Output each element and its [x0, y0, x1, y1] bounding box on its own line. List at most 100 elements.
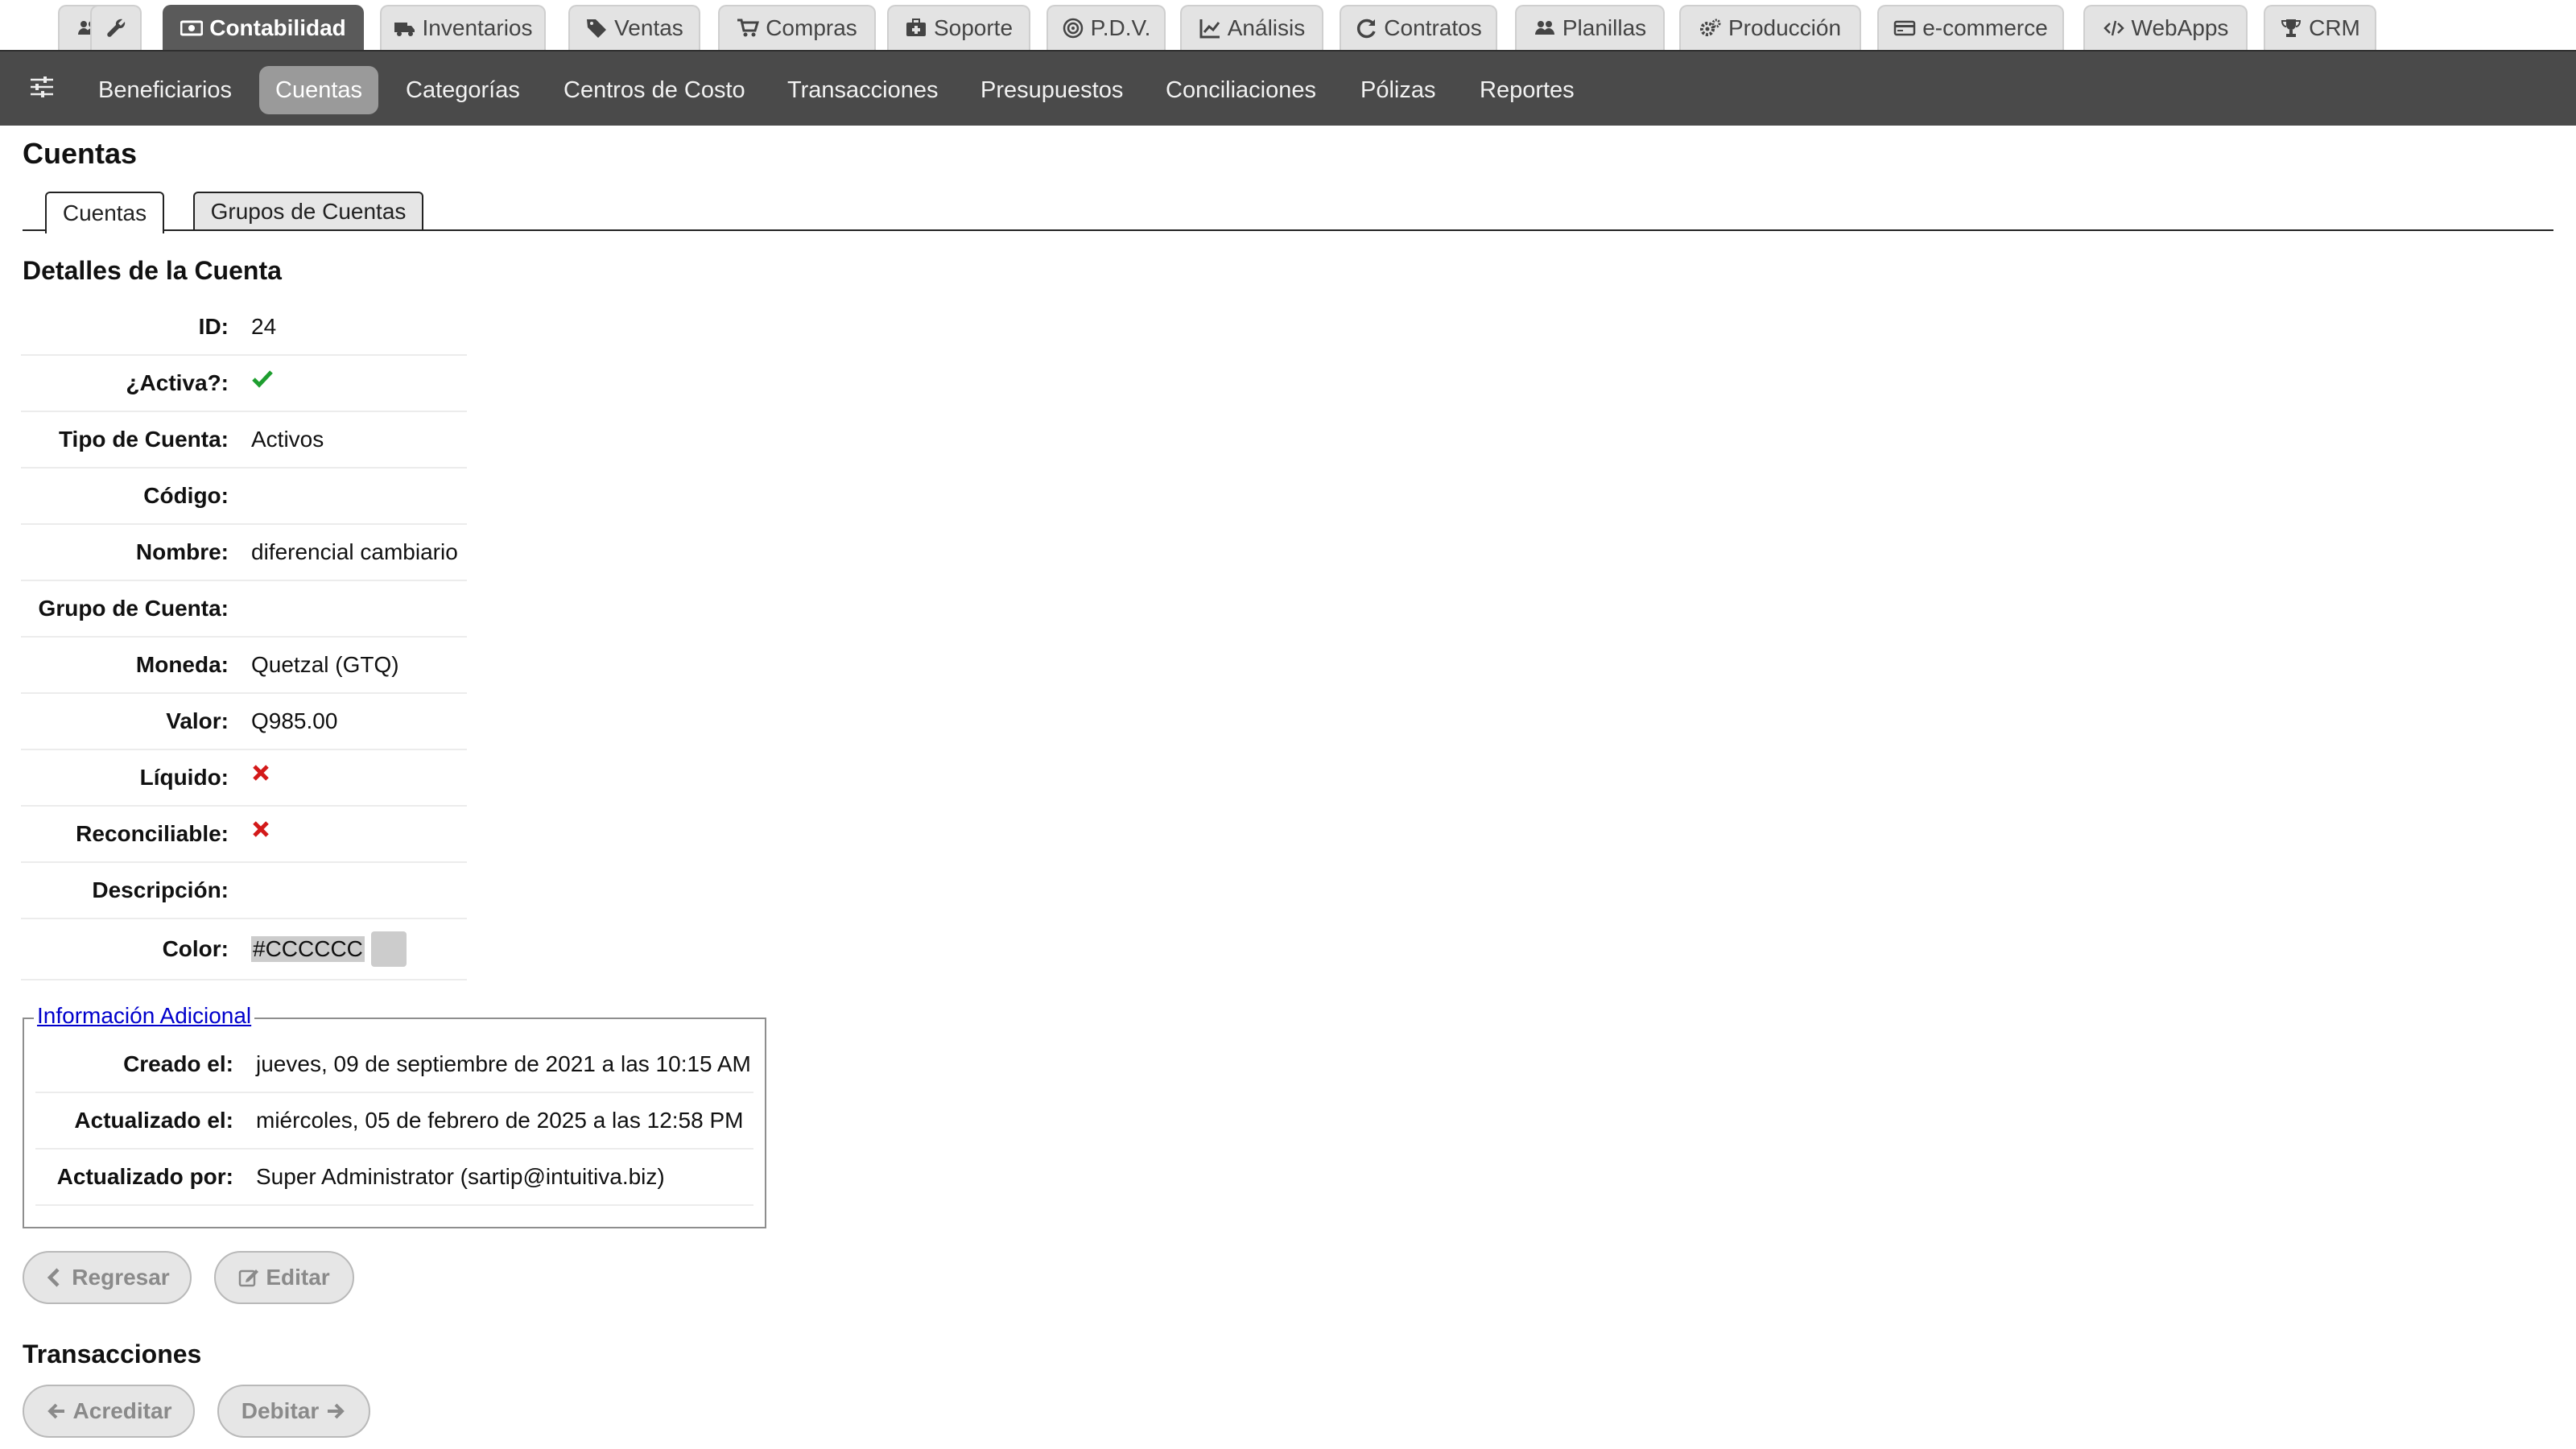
wrench-icon — [105, 17, 127, 39]
subnav-reportes[interactable]: Reportes — [1463, 66, 1591, 114]
chart-line-icon — [1199, 17, 1221, 39]
additional-info-fieldset: Información Adicional Creado el: jueves,… — [23, 1003, 766, 1228]
info-label: Actualizado por: — [56, 1164, 233, 1189]
module-tab-label: Producción — [1728, 15, 1842, 40]
module-tab-label: Análisis — [1227, 15, 1306, 40]
module-tab-compras[interactable]: Compras — [718, 5, 876, 50]
detail-row-id: ID: 24 — [21, 299, 467, 356]
subnav-cuentas[interactable]: Cuentas — [259, 66, 379, 114]
section-title: Detalles de la Cuenta — [23, 256, 282, 285]
cogs-icon — [1699, 17, 1722, 39]
detail-label: Descripción: — [92, 877, 229, 902]
refresh-icon — [1355, 17, 1377, 39]
additional-info-toggle[interactable]: Información Adicional — [34, 1003, 255, 1029]
detail-row-value: Valor: Q985.00 — [21, 694, 467, 750]
module-tab-label: e-commerce — [1922, 15, 2048, 40]
subnav-transacciones[interactable]: Transacciones — [771, 66, 955, 114]
cross-icon — [251, 819, 270, 839]
module-tab-label: Contabilidad — [209, 15, 346, 40]
info-value: Super Administrator (sartip@intuitiva.bi… — [256, 1164, 665, 1189]
module-tab-produccion[interactable]: Producción — [1679, 5, 1861, 50]
code-icon — [2103, 17, 2125, 39]
module-tab-contratos[interactable]: Contratos — [1340, 5, 1497, 50]
credit-card-icon — [1893, 17, 1916, 39]
sliders-icon[interactable] — [27, 72, 56, 101]
subnav-conciliaciones[interactable]: Conciliaciones — [1150, 66, 1332, 114]
module-tab-contabilidad[interactable]: Contabilidad — [163, 5, 364, 50]
module-tab-label: CRM — [2309, 15, 2360, 40]
credit-button[interactable]: Acreditar — [23, 1385, 195, 1438]
medkit-icon — [905, 17, 927, 39]
module-tab-label: Soporte — [933, 15, 1013, 40]
module-tab-label: Planillas — [1562, 15, 1647, 40]
tab-cuentas[interactable]: Cuentas — [45, 192, 164, 233]
module-tab-crm[interactable]: CRM — [2264, 5, 2376, 50]
debit-button-label: Debitar — [241, 1398, 320, 1423]
detail-row-name: Nombre: diferencial cambiario — [21, 525, 467, 581]
module-tab-label: Compras — [766, 15, 857, 40]
color-code: #CCCCCC — [251, 936, 365, 962]
module-tab-ecommerce[interactable]: e-commerce — [1877, 5, 2064, 50]
subnav-categorias[interactable]: Categorías — [390, 66, 536, 114]
detail-label: Líquido: — [139, 765, 229, 790]
detail-label: Código: — [143, 483, 229, 508]
info-row-created: Creado el: jueves, 09 de septiembre de 2… — [35, 1037, 753, 1093]
module-tab-label: Contratos — [1384, 15, 1482, 40]
arrow-left-icon — [46, 1401, 67, 1422]
detail-label: Moneda: — [135, 652, 229, 677]
edit-button[interactable]: Editar — [214, 1251, 354, 1304]
detail-row-color: Color: #CCCCCC — [21, 919, 467, 980]
info-label: Actualizado el: — [74, 1108, 233, 1133]
module-tab-tools[interactable] — [90, 5, 142, 50]
module-tab-soporte[interactable]: Soporte — [887, 5, 1030, 50]
truck-icon — [394, 17, 416, 39]
detail-label: Grupo de Cuenta: — [38, 596, 229, 621]
edit-icon — [238, 1267, 259, 1288]
sub-navigation-bar: Beneficiarios Cuentas Categorías Centros… — [0, 50, 2576, 126]
transactions-title: Transacciones — [23, 1340, 202, 1368]
tabs-divider — [23, 229, 2553, 231]
money-icon — [180, 17, 204, 39]
module-tab-analisis[interactable]: Análisis — [1180, 5, 1323, 50]
detail-value: Quetzal (GTQ) — [251, 652, 399, 677]
detail-label: Tipo de Cuenta: — [58, 427, 229, 452]
info-row-updated: Actualizado el: miércoles, 05 de febrero… — [35, 1093, 753, 1150]
arrow-right-icon — [325, 1401, 346, 1422]
detail-value — [251, 821, 270, 839]
detail-label: ID: — [198, 314, 229, 339]
credit-button-label: Acreditar — [72, 1398, 172, 1423]
detail-row-currency: Moneda: Quetzal (GTQ) — [21, 638, 467, 694]
account-details-table: ID: 24 ¿Activa?: Tipo de Cuenta: Activos… — [21, 299, 467, 980]
subnav-polizas[interactable]: Pólizas — [1344, 66, 1452, 114]
detail-label: ¿Activa?: — [126, 370, 229, 395]
tags-icon — [585, 17, 608, 39]
module-tab-label: WebApps — [2131, 15, 2229, 40]
back-button[interactable]: Regresar — [23, 1251, 192, 1304]
info-value: jueves, 09 de septiembre de 2021 a las 1… — [256, 1051, 751, 1076]
module-tab-planillas[interactable]: Planillas — [1515, 5, 1665, 50]
page-title: Cuentas — [23, 137, 138, 170]
detail-label: Nombre: — [135, 539, 229, 564]
detail-value: diferencial cambiario — [251, 539, 458, 564]
info-value: miércoles, 05 de febrero de 2025 a las 1… — [256, 1108, 744, 1133]
subnav-presupuestos[interactable]: Presupuestos — [964, 66, 1139, 114]
detail-label: Valor: — [166, 708, 229, 733]
subnav-beneficiarios[interactable]: Beneficiarios — [82, 66, 248, 114]
cart-icon — [737, 17, 760, 39]
module-tab-inventarios[interactable]: Inventarios — [380, 5, 546, 50]
tab-grupos-de-cuentas[interactable]: Grupos de Cuentas — [193, 192, 423, 230]
subnav-centros-de-costo[interactable]: Centros de Costo — [547, 66, 762, 114]
edit-button-label: Editar — [266, 1265, 330, 1290]
check-icon — [251, 367, 274, 390]
cross-icon — [251, 763, 270, 782]
module-tab-pdv[interactable]: P.D.V. — [1046, 5, 1166, 50]
detail-value — [251, 370, 274, 390]
module-tab-webapps[interactable]: WebApps — [2083, 5, 2248, 50]
detail-row-liquid: Líquido: — [21, 750, 467, 807]
trophy-icon — [2280, 17, 2302, 39]
info-row-updated-by: Actualizado por: Super Administrator (sa… — [35, 1150, 753, 1206]
detail-row-description: Descripción: — [21, 863, 467, 919]
debit-button[interactable]: Debitar — [217, 1385, 370, 1438]
detail-row-reconcilable: Reconciliable: — [21, 807, 467, 863]
module-tab-ventas[interactable]: Ventas — [568, 5, 700, 50]
